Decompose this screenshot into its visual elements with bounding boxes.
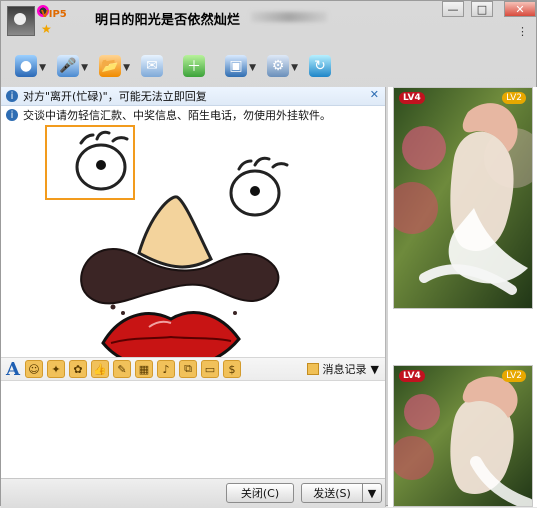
lips <box>101 311 241 370</box>
close-chat-button[interactable]: 关闭(C) <box>226 483 294 503</box>
right-panel: LV4 LV2 LV4 LV2 <box>388 87 537 507</box>
contact-avatar[interactable] <box>7 6 35 36</box>
font-button[interactable]: A <box>5 359 21 380</box>
chevron-down-icon[interactable]: ▼ <box>81 63 88 73</box>
maximize-icon[interactable]: □ <box>471 1 493 17</box>
gift-button[interactable]: ✿ <box>69 360 87 378</box>
profile-photo-top[interactable]: LV4 LV2 <box>393 87 533 309</box>
apps-button[interactable]: ↻ <box>303 51 337 81</box>
received-doodle-image <box>1 125 385 370</box>
bottom-bar: 关闭(C) 发送(S) ▼ <box>1 478 385 508</box>
message-history-button[interactable]: 消息记录 ▼ <box>306 361 379 377</box>
image-button[interactable]: ▦ <box>135 360 153 378</box>
music-button[interactable]: ♪ <box>157 360 175 378</box>
like-button[interactable]: 👍 <box>91 360 109 378</box>
file-transfer-button[interactable]: 📂 ▼ <box>93 51 130 81</box>
away-notice-text: 对方"离开(忙碌)"，可能无法立即回复 <box>23 90 207 103</box>
level-badge: LV2 <box>502 92 526 104</box>
video-call-button[interactable]: ● ▼ <box>9 51 46 81</box>
minimize-icon[interactable]: — <box>442 1 464 17</box>
apps-icon: ↻ <box>309 55 331 77</box>
image-selection-frame <box>45 125 135 200</box>
info-icon: i <box>6 90 18 102</box>
file-transfer-icon: 📂 <box>99 55 121 77</box>
more-icon[interactable]: ⋮ <box>517 25 528 38</box>
chevron-down-icon: ▼ <box>370 362 379 376</box>
vip-badge: VIP5 <box>41 9 67 20</box>
close-icon[interactable]: ✕ <box>370 88 379 101</box>
profile-photo-bottom[interactable]: LV4 LV2 <box>393 365 533 507</box>
chevron-down-icon[interactable]: ▼ <box>123 63 130 73</box>
add-app-button[interactable]: ＋ <box>177 51 211 81</box>
info-icon: i <box>6 109 18 121</box>
title-redaction <box>251 12 327 22</box>
dollar-button[interactable]: $ <box>223 360 241 378</box>
remote-assist-button[interactable]: ▣ ▼ <box>219 51 256 81</box>
star-icon: ★ <box>41 22 52 36</box>
chat-toolbar: ● ▼ 🎤 ▼ 📂 ▼ ✉ ＋ ▣ ▼ ⚙ ▼ ↻ <box>1 45 536 87</box>
close-icon[interactable]: ✕ <box>504 1 536 17</box>
safety-tip: i 交谈中请勿轻信汇款、中奖信息、陌生电话，勿使用外挂软件。 <box>1 106 385 124</box>
title-bar: VIP5 ★ 明日的阳光是否依然灿烂 — □ ✕ ⋮ <box>1 1 536 39</box>
add-app-icon: ＋ <box>183 55 205 77</box>
level-badge: LV4 <box>399 370 425 382</box>
right-eye <box>229 156 289 217</box>
chevron-down-icon[interactable]: ▼ <box>39 63 46 73</box>
format-toolbar: A ☺ ✦ ✿ 👍 ✎ ▦ ♪ ⧉ ▭ $ 消息记录 ▼ <box>1 357 385 381</box>
chat-window: VIP5 ★ 明日的阳光是否依然灿烂 — □ ✕ ⋮ ● ▼ 🎤 ▼ 📂 ▼ ✉… <box>0 0 537 508</box>
mail-icon: ✉ <box>141 55 163 77</box>
nose <box>137 195 213 269</box>
mail-button[interactable]: ✉ <box>135 51 169 81</box>
away-notice: i 对方"离开(忙碌)"，可能无法立即回复 ✕ <box>1 87 385 106</box>
history-icon <box>306 363 319 375</box>
level-badge: LV4 <box>399 92 425 104</box>
chat-pane: i 对方"离开(忙碌)"，可能无法立即回复 ✕ i 交谈中请勿轻信汇款、中奖信息… <box>1 87 386 508</box>
remote-assist-icon: ▣ <box>225 55 247 77</box>
wink-button[interactable]: ✦ <box>47 360 65 378</box>
message-history-label: 消息记录 <box>322 363 367 376</box>
settings-icon: ⚙ <box>267 55 289 77</box>
voice-call-icon: 🎤 <box>57 55 79 77</box>
contact-name: 明日的阳光是否依然灿烂 <box>95 13 241 28</box>
settings-button[interactable]: ⚙ ▼ <box>261 51 298 81</box>
edit-button[interactable]: ✎ <box>113 360 131 378</box>
profile-photo-image <box>394 88 532 308</box>
game-button[interactable]: ⧉ <box>179 360 197 378</box>
message-input[interactable] <box>1 382 385 478</box>
level-badge: LV2 <box>502 370 526 382</box>
chevron-down-icon[interactable]: ▼ <box>291 63 298 73</box>
chevron-down-icon[interactable]: ▼ <box>249 63 256 73</box>
screenshot-button[interactable]: ▭ <box>201 360 219 378</box>
safety-tip-text: 交谈中请勿轻信汇款、中奖信息、陌生电话，勿使用外挂软件。 <box>23 109 331 122</box>
video-call-icon: ● <box>15 55 37 77</box>
send-button[interactable]: 发送(S) <box>301 483 363 503</box>
voice-call-button[interactable]: 🎤 ▼ <box>51 51 88 81</box>
profile-photo-image <box>394 366 532 506</box>
send-options-button[interactable]: ▼ <box>362 483 382 503</box>
emoji-button[interactable]: ☺ <box>25 360 43 378</box>
